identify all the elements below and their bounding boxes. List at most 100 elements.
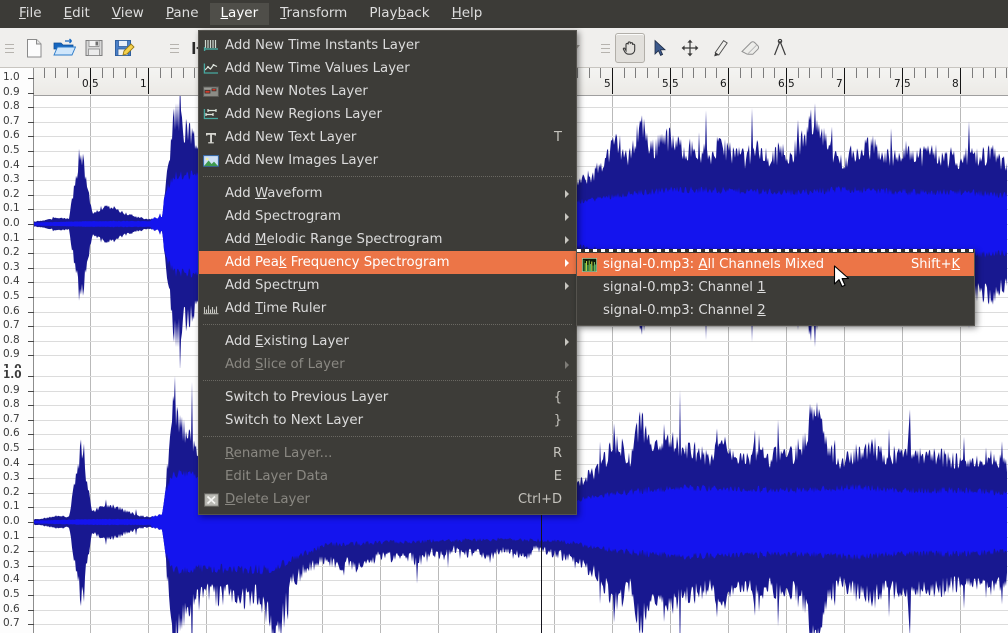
toolbar-grip-playback[interactable] <box>170 39 179 57</box>
vertical-scale-label: 0.8 <box>3 333 20 346</box>
vertical-scale-label: 0.3 <box>3 558 20 571</box>
vertical-scale-label: 0.7 <box>3 114 20 127</box>
vertical-scale-label: 0.8 <box>3 100 20 113</box>
menubar-item-playback[interactable]: Playback <box>358 3 440 26</box>
vertical-scale-tickmark <box>28 78 34 79</box>
toolbar-group-file <box>0 28 139 68</box>
menu-item-add-time-ruler[interactable]: Add Time Ruler <box>199 297 576 320</box>
new-session-icon <box>27 39 42 58</box>
time-instants-icon <box>202 37 220 54</box>
peak-frequency-spectrogram-icon <box>580 256 598 273</box>
vertical-scale-tickmark <box>28 522 34 523</box>
vertical-scale-tickmark <box>28 624 34 626</box>
draw-tool-button[interactable] <box>705 33 735 63</box>
vertical-scale-tickmark <box>28 551 34 553</box>
submenu-tear-off-handle[interactable] <box>577 249 974 252</box>
vertical-scale-label: 0.5 <box>3 290 20 302</box>
toolbar-grip-file[interactable] <box>5 39 14 57</box>
menubar-item-pane[interactable]: Pane <box>155 3 210 26</box>
vertical-scale-label: 0.2 <box>3 485 20 498</box>
vertical-scale-label: 0.4 <box>3 275 20 288</box>
menubar-item-view[interactable]: View <box>101 3 155 26</box>
menu-item-switch-to-previous-layer[interactable]: Switch to Previous Layer { <box>199 386 576 409</box>
toolbar-grip-tools[interactable] <box>601 39 610 57</box>
menu-item-add-melodic-range-spectrogram[interactable]: Add Melodic Range Spectrogram <box>199 228 576 251</box>
submenu-item-0[interactable]: signal-0.mp3: All Channels Mixed Shift+K <box>577 253 974 276</box>
vertical-scale-tickmark <box>28 507 34 509</box>
vertical-scale-label: 0.2 <box>3 187 20 200</box>
cursor-arrow-icon <box>833 265 850 288</box>
new-session-button[interactable] <box>19 33 49 63</box>
vertical-scale-tickmark <box>28 595 34 596</box>
menu-item-label: Add Peak Frequency Spectrogram <box>225 255 450 270</box>
menu-item-label: Add New Text Layer <box>225 130 357 145</box>
submenu-arrow-icon <box>565 259 569 267</box>
submenu-item-2[interactable]: signal-0.mp3: Channel 2 <box>577 299 974 322</box>
menu-item-add-waveform[interactable]: Add Waveform <box>199 182 576 205</box>
menu-item-add-existing-layer[interactable]: Add Existing Layer <box>199 330 576 353</box>
vertical-scale-tickmark <box>28 326 34 328</box>
time-values-icon <box>202 60 220 77</box>
menu-item-add-new-images-layer[interactable]: Add New Images Layer <box>199 149 576 172</box>
save-session-as-icon <box>115 40 135 56</box>
menu-item-add-new-time-instants-layer[interactable]: Add New Time Instants Layer <box>199 34 576 57</box>
menu-item-add-peak-frequency-spectrogram[interactable]: Add Peak Frequency Spectrogram <box>199 251 576 274</box>
menu-item-add-new-time-values-layer[interactable]: Add New Time Values Layer <box>199 57 576 80</box>
menu-item-label: Add New Regions Layer <box>225 107 382 122</box>
save-session-button[interactable] <box>79 33 109 63</box>
menubar-item-transform[interactable]: Transform <box>269 3 358 26</box>
open-session-button[interactable] <box>49 33 79 63</box>
submenu-arrow-icon <box>565 236 569 244</box>
vertical-scale-tickmark <box>28 107 34 109</box>
menu-item-label: Add Time Ruler <box>225 301 327 316</box>
vertical-scale-label: 0.4 <box>3 573 20 586</box>
sonic-visualiser-window: File Edit View Pane Layer Transform Playback He… <box>0 0 1008 633</box>
submenu-item-1[interactable]: signal-0.mp3: Channel 1 <box>577 276 974 299</box>
menu-item-add-new-regions-layer[interactable]: Add New Regions Layer <box>199 103 576 126</box>
vertical-scale-tickmark <box>28 194 34 196</box>
open-session-icon <box>53 38 76 56</box>
vertical-scale-label: 0.6 <box>3 602 20 615</box>
menubar-item-file[interactable]: File <box>8 3 53 26</box>
edit-move-tool-button[interactable] <box>675 33 705 63</box>
vertical-scale-label: 0.5 <box>3 588 20 600</box>
menu-item-add-new-notes-layer[interactable]: Add New Notes Layer <box>199 80 576 103</box>
menu-item-label: Rename Layer... <box>225 446 333 461</box>
submenu-item-label: signal-0.mp3: Channel 1 <box>603 280 766 295</box>
menu-item-switch-to-next-layer[interactable]: Switch to Next Layer} <box>199 409 576 432</box>
save-session-as-button[interactable] <box>109 33 139 63</box>
vertical-scale-label: 1.0 <box>3 369 22 381</box>
menu-item-label: Add Existing Layer <box>225 334 349 349</box>
move-arrows-icon <box>681 39 699 57</box>
erase-tool-button[interactable] <box>735 33 765 63</box>
menubar-item-edit[interactable]: Edit <box>53 3 101 26</box>
menu-item-add-slice-of-layer: Add Slice of Layer <box>199 353 576 376</box>
vertical-scale-tickmark <box>28 224 34 225</box>
menu-item-shortcut: Ctrl+D <box>517 492 562 507</box>
menu-item-label: Add Spectrogram <box>225 209 341 224</box>
menubar-item-label: Edit <box>63 4 90 21</box>
select-tool-button[interactable] <box>645 33 675 63</box>
vertical-scale-label: 0.7 <box>3 412 20 425</box>
menubar-item-layer[interactable]: Layer <box>209 2 270 26</box>
navigate-tool-button[interactable] <box>615 33 645 63</box>
menubar-item-label: Layer <box>220 4 259 21</box>
vertical-scale-tickmark <box>28 238 34 240</box>
notes-icon <box>202 83 220 100</box>
submenu-item-label: signal-0.mp3: All Channels Mixed <box>603 257 825 272</box>
vertical-scale-tickmark <box>28 419 34 421</box>
compass-icon <box>774 38 786 56</box>
menu-item-add-spectrum[interactable]: Add Spectrum <box>199 274 576 297</box>
menu-item-add-spectrogram[interactable]: Add Spectrogram <box>199 205 576 228</box>
measure-tool-button[interactable] <box>765 33 795 63</box>
menu-item-add-new-text-layer[interactable]: Add New Text Layer T <box>199 126 576 149</box>
menu-item-label: Add Spectrum <box>225 278 320 293</box>
vertical-scale-tickmark <box>28 92 34 94</box>
menu-bar: File Edit View Pane Layer Transform Playback He… <box>0 0 1008 28</box>
menubar-item-label: Help <box>451 4 483 21</box>
vertical-scale-label: 0.3 <box>3 260 20 273</box>
menu-item-label: Switch to Previous Layer <box>225 390 389 405</box>
vertical-scale-tickmark <box>28 267 34 269</box>
menubar-item-help[interactable]: Help <box>441 3 494 26</box>
vertical-scale-tickmark <box>28 121 34 123</box>
